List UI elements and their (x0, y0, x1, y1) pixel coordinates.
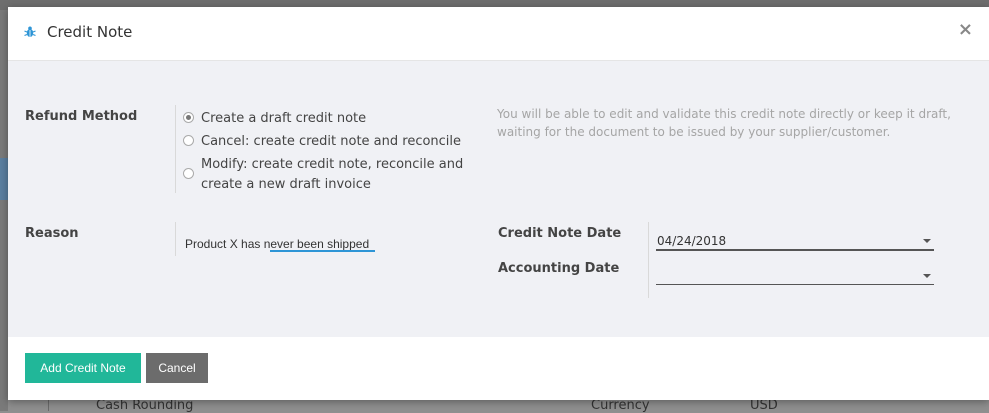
close-button[interactable]: × (958, 21, 973, 39)
radio-cancel[interactable]: Cancel: create credit note and reconcile (183, 132, 471, 152)
dialog-title: Credit Note (47, 23, 133, 41)
dialog-footer: Add Credit Note Cancel (8, 337, 989, 400)
radio-button[interactable] (183, 135, 194, 146)
field-divider (175, 222, 176, 256)
radio-modify[interactable]: Modify: create credit note, reconcile an… (183, 155, 471, 195)
accounting-date-underline (656, 284, 934, 285)
dialog-header: Credit Note × (8, 7, 989, 61)
chevron-down-icon[interactable] (923, 239, 931, 243)
radio-button-checked[interactable] (183, 112, 194, 123)
add-credit-note-button[interactable]: Add Credit Note (25, 353, 141, 383)
field-divider (648, 222, 649, 298)
background-divider (48, 399, 49, 411)
reason-focus-underline (270, 250, 375, 252)
help-text: You will be able to edit and validate th… (497, 107, 951, 139)
radio-create-draft[interactable]: Create a draft credit note (183, 109, 471, 129)
credit-note-date-underline (656, 249, 934, 251)
radio-label: Modify: create credit note, reconcile an… (201, 157, 464, 192)
credit-note-dialog: Credit Note × Refund Method Create a dra… (8, 7, 989, 400)
radio-label: Create a draft credit note (201, 111, 367, 126)
reason-input[interactable] (183, 232, 397, 256)
radio-button[interactable] (183, 168, 194, 179)
background-sidebar-selected (0, 158, 8, 200)
credit-note-date-value: 04/24/2018 (657, 234, 727, 248)
radio-label: Cancel: create credit note and reconcile (201, 134, 462, 149)
chevron-down-icon[interactable] (923, 274, 931, 278)
refund-method-label: Refund Method (25, 109, 138, 124)
credit-note-date-label: Credit Note Date (498, 226, 622, 241)
background-sidebar (0, 10, 8, 411)
reason-label: Reason (25, 226, 79, 241)
field-divider (175, 105, 176, 193)
bug-icon (24, 26, 36, 37)
accounting-date-label: Accounting Date (498, 261, 620, 276)
dialog-body: Refund Method Create a draft credit note… (8, 61, 989, 337)
cancel-button[interactable]: Cancel (146, 353, 208, 383)
